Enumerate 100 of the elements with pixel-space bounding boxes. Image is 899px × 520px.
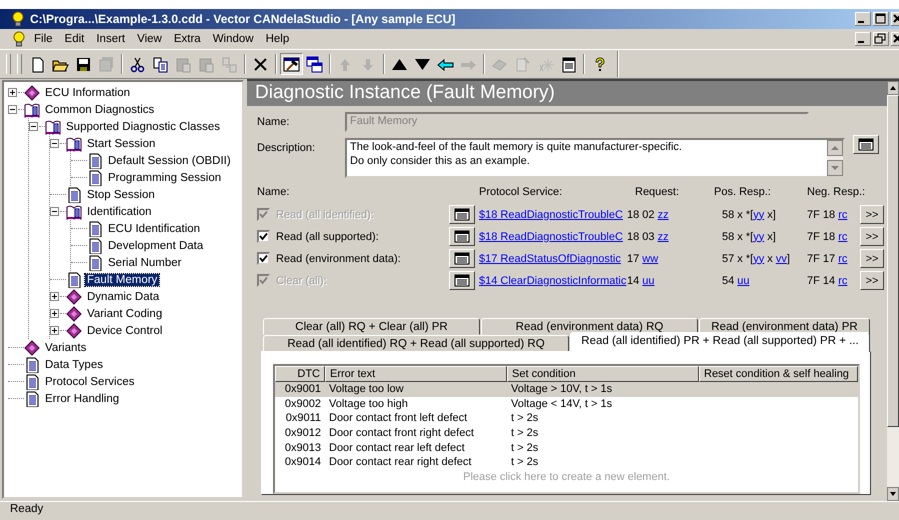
table-row[interactable]: 0x9002 Voltage too high Voltage < 14V, t > 1s — [275, 396, 858, 412]
response-text: 7F 14 rc — [807, 274, 848, 286]
table-cell-text: t > 2s — [510, 440, 540, 456]
tree-item[interactable]: Variant Coding — [85, 308, 164, 320]
expand-icon[interactable] — [50, 309, 59, 318]
edit-page-icon — [514, 56, 531, 72]
tree-item[interactable]: Common Diagnostics — [43, 104, 156, 116]
response-text: 57 x *[yy x vv] — [722, 252, 791, 264]
table-cell-text: Door contact rear left defect — [328, 440, 466, 456]
editor-button[interactable] — [449, 271, 475, 290]
tree-item[interactable]: Error Handling — [43, 392, 122, 404]
table-cell-text: t > 2s — [510, 411, 540, 426]
column-header[interactable]: DTC — [275, 366, 325, 382]
table-cell-text: 0x9014 — [284, 455, 322, 470]
collapse-icon[interactable] — [50, 207, 59, 216]
collapse-icon[interactable] — [29, 122, 38, 131]
tree-item[interactable]: ECU Identification — [106, 222, 202, 234]
column-header[interactable]: Error text — [325, 366, 507, 382]
more-button[interactable]: >> — [860, 227, 884, 246]
document-icon — [87, 254, 103, 270]
more-button[interactable]: >> — [860, 249, 884, 268]
scroll-down-icon[interactable] — [887, 487, 899, 501]
editor-button[interactable] — [449, 227, 475, 246]
list-page-icon — [857, 137, 875, 152]
link[interactable]: ww — [642, 252, 658, 264]
tree-item[interactable]: Device Control — [85, 324, 164, 336]
menu-item[interactable]: Extra — [168, 32, 207, 46]
restore-icon[interactable] — [873, 32, 889, 46]
tree-item[interactable]: Programming Session — [106, 172, 224, 184]
field-label: Description: — [257, 141, 316, 154]
toolbar-button[interactable] — [280, 53, 303, 75]
expand-icon[interactable] — [50, 292, 59, 301]
document-icon — [66, 186, 82, 202]
tree-item[interactable]: Supported Diagnostic Classes — [64, 120, 222, 132]
collapse-icon[interactable] — [50, 139, 59, 148]
tree-item[interactable]: Fault Memory — [85, 274, 160, 286]
editor-button[interactable] — [853, 135, 879, 154]
minimize-icon[interactable] — [855, 12, 871, 26]
tab[interactable]: Read (all identified) RQ + Read (all supported) RQ — [263, 335, 569, 352]
menu-item[interactable]: File — [28, 32, 59, 46]
link[interactable]: rc — [838, 230, 848, 242]
tree-item[interactable]: Dynamic Data — [85, 290, 162, 302]
tab[interactable]: Clear (all) RQ + Clear (all) PR — [263, 318, 480, 335]
tree-item[interactable]: Start Session — [85, 138, 158, 150]
table-cell-text: 0x9011 — [284, 411, 322, 426]
diamond-icon — [24, 340, 40, 356]
tree-item[interactable]: Protocol Services — [43, 376, 136, 388]
response-text: 58 x *[yy x] — [722, 208, 777, 220]
tree-item[interactable]: Default Session (OBDII) — [106, 154, 233, 166]
table-row[interactable]: 0x9013 Door contact rear left defect t > 2s — [275, 440, 858, 456]
service-link[interactable]: $17 ReadStatusOfDiagnostic — [479, 252, 627, 264]
column-header[interactable]: Reset condition & self healing — [699, 366, 858, 382]
tree-item[interactable]: Serial Number — [106, 256, 184, 268]
table-row[interactable]: 0x9014 Door contact rear right defect t > 2s — [275, 455, 858, 470]
menu-item[interactable]: Window — [206, 32, 260, 46]
editor-button[interactable] — [449, 249, 475, 268]
tree-item[interactable]: Identification — [85, 206, 154, 218]
editor-button[interactable] — [449, 205, 475, 224]
tree-item[interactable]: Data Types — [43, 358, 105, 370]
document-icon — [66, 272, 82, 288]
save-icon — [75, 56, 92, 72]
expand-icon[interactable] — [8, 88, 17, 97]
expand-icon[interactable] — [50, 326, 59, 335]
field-label: Name: — [257, 115, 290, 128]
menu-item[interactable]: Insert — [90, 32, 132, 46]
diamond-icon — [66, 306, 82, 322]
minimize-icon[interactable] — [855, 32, 871, 46]
link[interactable]: vv — [776, 252, 787, 264]
request-text: 18 02 zz — [627, 208, 670, 220]
table-cell-text: Voltage too high — [328, 396, 409, 412]
link[interactable]: zz — [658, 230, 669, 242]
tree-item[interactable]: ECU Information — [43, 86, 132, 98]
table-row[interactable]: 0x9001 Voltage too low Voltage > 10V, t > 1s — [275, 382, 858, 397]
maximize-icon[interactable] — [873, 12, 889, 26]
table-cell-text: 0x9012 — [284, 426, 322, 441]
menu-item[interactable]: Edit — [58, 32, 90, 46]
service-link[interactable]: $18 ReadDiagnosticTroubleC — [479, 230, 627, 242]
tree-item[interactable]: Stop Session — [85, 188, 157, 200]
checkbox[interactable] — [257, 252, 270, 265]
tree-item[interactable]: Variants — [43, 342, 88, 354]
tab[interactable]: Read (environment data) RQ — [481, 318, 698, 335]
collapse-icon[interactable] — [8, 105, 17, 114]
paste-icon — [198, 56, 215, 72]
column-header[interactable]: Set condition — [507, 366, 699, 382]
bulb-icon — [10, 11, 26, 27]
link[interactable]: yy — [753, 252, 764, 264]
link[interactable]: yy — [753, 230, 764, 242]
check-icon — [259, 210, 268, 219]
table-row[interactable]: 0x9011 Door contact front left defect t > 2s — [275, 411, 858, 426]
document-icon — [87, 152, 103, 168]
link[interactable]: rc — [838, 252, 848, 264]
table-row[interactable]: 0x9012 Door contact front right defect t > 2s — [275, 426, 858, 441]
tree-item[interactable]: Development Data — [106, 240, 206, 252]
scroll-up-icon[interactable] — [887, 81, 899, 95]
tab[interactable]: Read (all identified) PR + Read (all supported) PR + ... — [570, 332, 870, 352]
menu-item[interactable]: View — [131, 32, 168, 46]
response-text: 54 uu — [722, 274, 751, 286]
column-label: Pos. Resp.: — [714, 186, 772, 200]
checkbox[interactable] — [257, 230, 270, 243]
menu-item[interactable]: Help — [260, 32, 296, 46]
